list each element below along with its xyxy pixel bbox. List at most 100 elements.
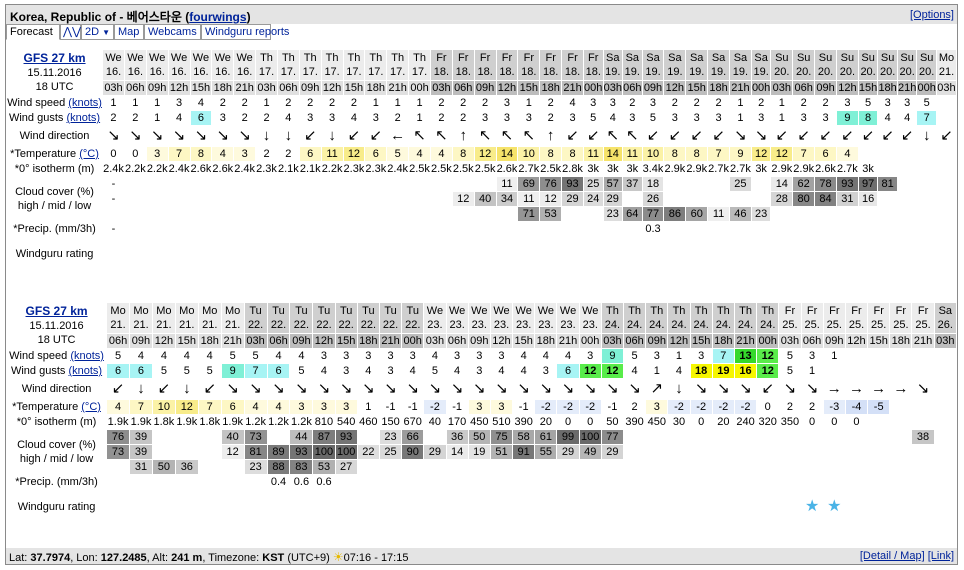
detail-map-link[interactable]: [Detail / Map]: [860, 550, 925, 562]
day-header: Su 20.: [917, 50, 936, 80]
wind-direction-cell: ↘: [336, 379, 357, 399]
day-date: 25.: [871, 319, 887, 331]
rating-cell: [937, 237, 956, 271]
wind-arrow-icon: ↙: [900, 127, 914, 144]
user-link[interactable]: fourwings: [189, 10, 246, 24]
cloud-cell: [664, 192, 685, 206]
wind-speed-cell: 2: [822, 97, 829, 109]
wind-arrow-icon: ↑: [459, 127, 467, 144]
isotherm-cell: 2.5k: [474, 163, 496, 175]
wind-direction-cell: ↙: [771, 126, 792, 146]
location-info: Lat: 37.7974, Lon: 127.2485, Alt: 241 m,…: [9, 550, 409, 564]
wind-speed-cell: 2: [758, 97, 765, 109]
model-link[interactable]: GFS 27 km: [26, 304, 88, 318]
precip-cell: [336, 475, 357, 489]
temperature-cell: 11: [321, 147, 343, 161]
tab-reports[interactable]: Windguru reports: [201, 24, 289, 40]
wind-arrow-icon: ↘: [194, 127, 208, 144]
precip-cell: [234, 222, 255, 236]
cloud-cell: [557, 460, 578, 474]
isotherm-cell: 2.2k: [124, 163, 146, 175]
precip-cell: [623, 222, 642, 236]
cloud-cell: 83: [290, 460, 313, 474]
tab-forecast[interactable]: Forecast: [6, 24, 60, 40]
wind-speed-cell: 4: [298, 350, 305, 362]
wind-direction-cell: ↙: [344, 126, 365, 146]
wind-arrow-icon: ←: [390, 127, 406, 144]
isotherm-cell: 390: [514, 416, 533, 428]
cloud-cell: 26: [642, 192, 664, 206]
wind-arrow-icon: ↓: [262, 127, 271, 144]
knots-link[interactable]: (knots): [68, 365, 102, 377]
temperature-cell: [912, 400, 933, 414]
wind-gusts-cell: 18: [690, 364, 712, 378]
day-date: 17.: [411, 66, 428, 78]
temperature-cell: -1: [607, 401, 618, 413]
day-date: 16.: [127, 66, 143, 78]
rating-cell: [380, 490, 401, 524]
temperature-cell: 3: [468, 400, 490, 414]
wind-gusts-cell: 3: [671, 112, 678, 124]
precip-cell: [540, 222, 561, 236]
rating-cell: [713, 490, 734, 524]
hour-header: 09h: [823, 334, 845, 348]
cloud-cell: [691, 460, 712, 474]
tab-map[interactable]: Map: [114, 24, 144, 40]
cloud-cell: [793, 207, 814, 221]
wind-direction-cell: ↖: [409, 126, 430, 146]
cloud-cell: [191, 177, 212, 191]
day-date: 21.: [156, 319, 172, 331]
cloud-cell: 50: [152, 460, 175, 474]
knots-link[interactable]: (knots): [66, 112, 100, 124]
wind-gusts-cell: 2: [438, 112, 445, 124]
wind-speed-cell: 3: [365, 350, 372, 362]
wind-direction-cell: ↙: [837, 126, 858, 146]
rating-cell: ★: [802, 490, 823, 524]
cloud-cell: 64: [623, 207, 642, 221]
day-header: Th 17.: [256, 50, 277, 80]
link-link[interactable]: [Link]: [928, 550, 954, 562]
wind-gusts-cell: 6: [557, 364, 579, 378]
options-link[interactable]: [Options]: [910, 9, 954, 21]
day-name: Tu: [362, 305, 375, 317]
celsius-link[interactable]: (°C): [81, 401, 101, 413]
hour-header: 00h: [579, 334, 601, 348]
knots-link[interactable]: (knots): [68, 97, 102, 109]
day-date: 18.: [433, 66, 450, 78]
wind-direction-cell: ↘: [290, 379, 312, 399]
celsius-link[interactable]: (°C): [79, 148, 99, 160]
wind-gusts-cell: 12: [579, 364, 601, 378]
precip-cell: [935, 475, 956, 489]
hour-header: 03h: [244, 334, 267, 348]
temperature-cell: 10: [152, 400, 175, 414]
knots-link[interactable]: (knots): [70, 350, 104, 362]
temperature-cell: 7: [198, 400, 221, 414]
wind-gusts-cell: 3: [476, 365, 483, 377]
rating-cell: [757, 490, 778, 524]
wind-gusts-cell: 3: [822, 112, 829, 124]
wind-gusts-cell: 2: [241, 112, 248, 124]
wind-direction-cell: ↙: [793, 126, 814, 146]
day-name: Sa: [689, 52, 704, 64]
wind-arrow-icon: ↓: [284, 127, 293, 144]
cloud-cell: [234, 192, 255, 206]
wind-speed-cell: 3: [476, 350, 483, 362]
cloud-cell: [878, 192, 897, 206]
tab-webcams[interactable]: Webcams: [144, 24, 201, 40]
tab-2d[interactable]: 2D ▼: [81, 24, 114, 40]
model-link[interactable]: GFS 27 km: [24, 51, 86, 65]
cloud-cell: [837, 207, 858, 221]
tab-graph[interactable]: ⋀⋁: [60, 24, 81, 40]
wind-direction-cell: ↘: [557, 379, 578, 399]
day-name: Th: [716, 305, 730, 317]
temperature-cell: 2: [786, 401, 793, 413]
hour-header: 15h: [175, 334, 198, 348]
isotherm-cell: 1.8k: [199, 416, 221, 428]
day-header: We 23.: [557, 303, 579, 333]
day-date: 24.: [604, 319, 621, 331]
wind-arrow-icon: ↘: [495, 380, 508, 397]
isotherm-label: *0° isotherm (m): [14, 163, 95, 175]
cloud-cell: 24: [583, 192, 603, 206]
wind-speed-cell: 2: [800, 97, 807, 109]
precip-cell: [191, 222, 212, 236]
